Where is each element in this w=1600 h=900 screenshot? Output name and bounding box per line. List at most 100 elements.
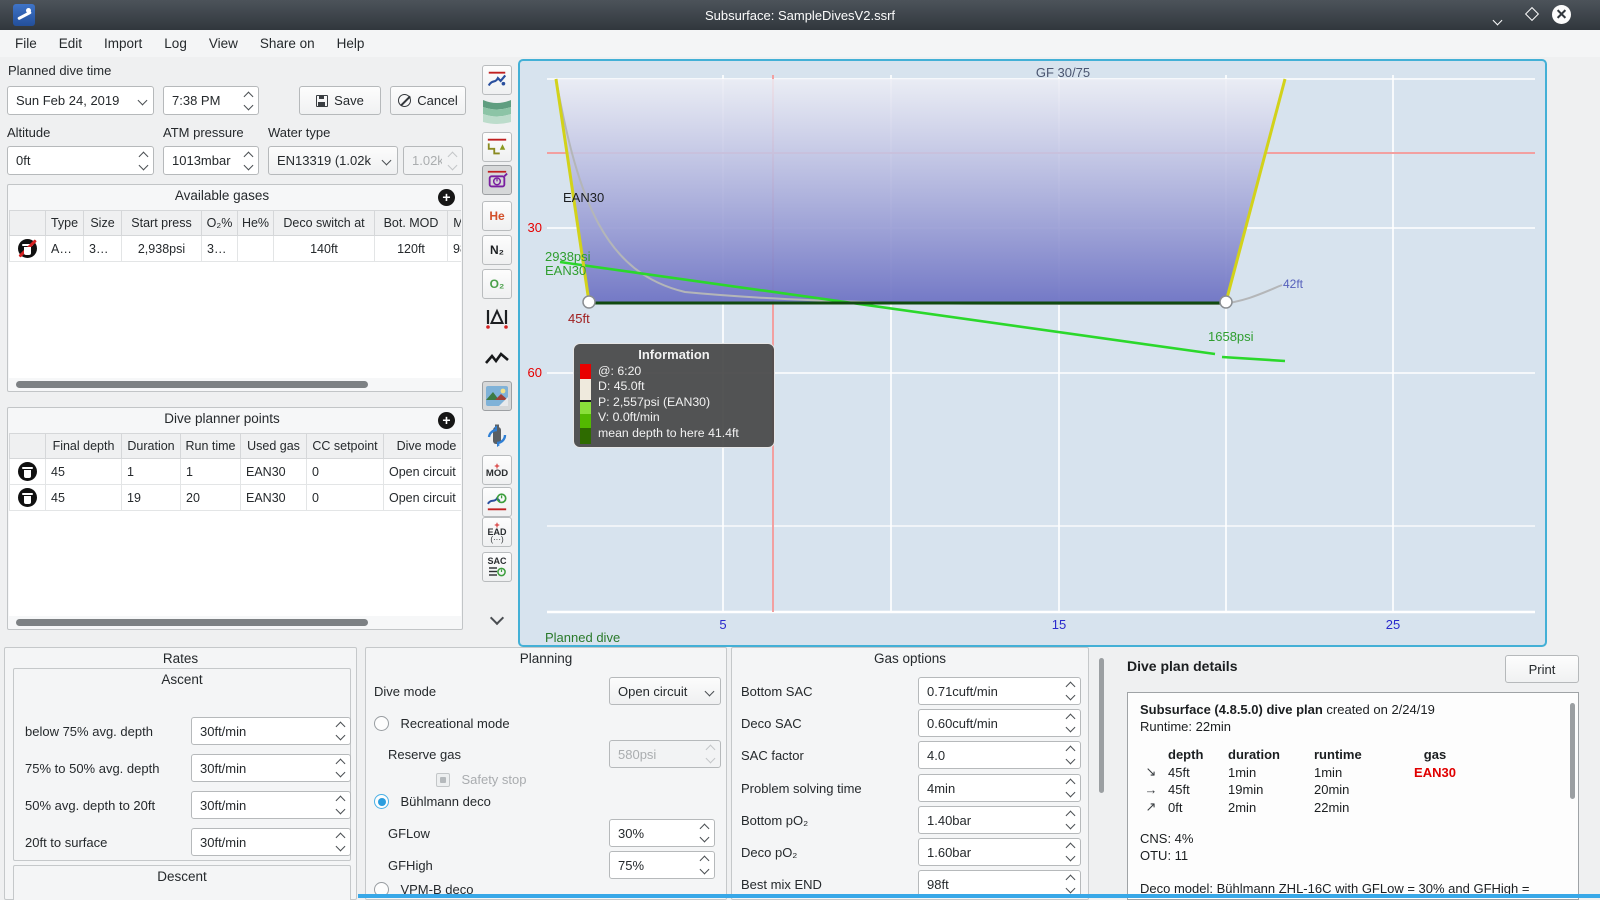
add-point-button[interactable] [438,412,455,429]
print-button[interactable]: Print [1505,655,1579,683]
date-combobox[interactable]: Sun Feb 24, 2019 [7,86,154,115]
dive-profile-chart[interactable]: GF 30/75 30 60 EAN30 2938psi EAN30 45ft … [518,59,1547,647]
menu-import[interactable]: Import [93,33,153,54]
spinner-arrows-icon[interactable] [330,758,350,778]
spinner-arrows-icon[interactable] [238,151,258,170]
spinner-arrows-icon[interactable] [1060,810,1080,830]
spinner-arrows-icon[interactable] [330,832,350,852]
problem-solving-time-spinner[interactable]: 4min [918,774,1081,802]
menu-view[interactable]: View [198,33,249,54]
toolbar-sac-button[interactable]: SAC [482,552,512,582]
spinner-arrows-icon[interactable] [694,855,714,875]
ascent-rate-spinner-2[interactable]: 30ft/min [191,754,351,782]
gases-col-he: He% [237,210,274,236]
constant-arrow-icon: → [1144,782,1158,797]
ascent-rate-spinner-3[interactable]: 30ft/min [191,791,351,819]
recreational-mode-radio[interactable]: Recreational mode [374,715,510,733]
list-clock-icon [489,567,506,577]
toolbar-ceiling-button[interactable] [482,132,512,162]
bottom-po2-spinner[interactable]: 1.40bar [918,806,1081,834]
buhlmann-deco-radio[interactable]: Bühlmann deco [374,793,491,811]
diver-clock-icon [486,493,507,511]
toolbar-dive-mode-button[interactable] [482,65,512,95]
chevron-down-icon[interactable] [375,155,397,166]
ascent-rate-spinner-1[interactable]: 30ft/min [191,717,351,745]
sac-factor-spinner[interactable]: 4.0 [918,741,1081,769]
toolbar-n2-button[interactable]: N₂ [482,235,512,265]
chevron-down-icon[interactable] [698,686,720,696]
gases-col-botmod: Bot. MOD [374,210,448,236]
chevron-down-icon[interactable] [131,95,153,106]
toolbar-photos-button[interactable] [482,381,512,411]
save-button[interactable]: Save [299,86,381,115]
menu-edit[interactable]: Edit [48,33,93,54]
toolbar-gaschange-button[interactable] [482,420,512,450]
add-gas-button[interactable] [438,189,455,206]
toolbar-he-button[interactable]: He [482,201,512,231]
gfhigh-spinner[interactable]: 75% [609,851,715,879]
minimize-button[interactable] [1492,11,1512,29]
spinner-arrows-icon[interactable] [133,151,153,170]
setpoint-clock-icon [487,170,508,188]
points-hscrollbar[interactable] [16,619,368,626]
menu-file[interactable]: File [4,33,48,54]
spinner-arrows-icon[interactable] [694,823,714,843]
toolbar-setpoint-button[interactable] [482,165,512,195]
gas-options-title: Gas options [873,651,947,666]
spinner-arrows-icon[interactable] [330,795,350,815]
altitude-spinner[interactable]: 0ft [7,146,154,175]
cancel-button[interactable]: Cancel [390,86,466,115]
deco-po2-spinner[interactable]: 1.60bar [918,838,1081,866]
checkbox-icon [436,772,450,787]
toolbar-ead-button[interactable]: + EAD (···) [482,517,512,547]
toolbar-delta-button[interactable] [482,303,512,333]
dive-mode-combobox[interactable]: Open circuit [609,677,721,705]
waypoint-handle[interactable] [1219,295,1233,309]
spinner-arrows-icon[interactable] [1060,842,1080,862]
problem-solving-time-label: Problem solving time [741,781,862,796]
spinner-arrows-icon[interactable] [330,721,350,741]
spinner-arrows-icon[interactable] [1060,778,1080,798]
close-button[interactable] [1552,5,1571,24]
spinner-arrows-icon[interactable] [1060,681,1080,701]
spinner-arrows-icon[interactable] [1060,874,1080,894]
toolbar-mod-button[interactable]: + MOD [482,455,512,485]
segment-gas-label: EAN30 [563,190,605,205]
menu-share-on[interactable]: Share on [249,33,326,54]
toolbar-heartrate-button[interactable] [482,345,512,375]
planning-group: Planning Dive mode Open circuit Recreati… [365,647,727,900]
time-spinner[interactable]: 7:38 PM [163,86,259,115]
details-vscrollbar[interactable] [1099,658,1104,793]
water-type-combobox[interactable]: EN13319 (1.02k [268,146,398,175]
toolbar-scroll-down-button[interactable] [483,610,511,630]
chevron-down-icon [489,610,505,626]
delete-point-button[interactable] [9,458,46,485]
delete-point-button[interactable] [9,484,46,511]
toolbar-runtime-button[interactable] [482,487,512,517]
toolbar-o2-button[interactable]: O₂ [482,269,512,299]
menu-bar: File Edit Import Log View Share on Help [0,30,1600,57]
bottom-sac-spinner[interactable]: 0.71cuft/min [918,677,1081,705]
dive-plan-text-box[interactable]: Subsurface (4.8.5.0) dive plan created o… [1127,692,1579,900]
plan-row: ↘ 45ft 1min 1min EAN30 [1138,763,1470,781]
cylinder-pressure-colorbar [580,364,591,444]
title-bar[interactable]: Subsurface: SampleDivesV2.ssrf [0,0,1600,30]
spinner-arrows-icon[interactable] [238,91,258,110]
atm-pressure-spinner[interactable]: 1013mbar [163,146,259,175]
deco-sac-spinner[interactable]: 0.60cuft/min [918,709,1081,737]
plan-text-vscrollbar[interactable] [1570,703,1575,799]
spinner-arrows-icon[interactable] [1060,745,1080,765]
waypoint-handle[interactable] [582,295,596,309]
toolbar-waves-button[interactable] [482,96,512,126]
menu-help[interactable]: Help [326,33,376,54]
spinner-arrows-icon[interactable] [1060,713,1080,733]
delete-gas-button[interactable] [9,235,46,262]
maximize-button[interactable] [1524,6,1542,24]
gases-hscrollbar[interactable] [16,381,368,388]
delta-icon [486,308,508,329]
ascent-rate-spinner-4[interactable]: 30ft/min [191,828,351,856]
available-gases-title: Available gases [174,188,270,203]
gflow-spinner[interactable]: 30% [609,819,715,847]
menu-log[interactable]: Log [153,33,198,54]
plan-col-duration: duration [1228,747,1280,762]
